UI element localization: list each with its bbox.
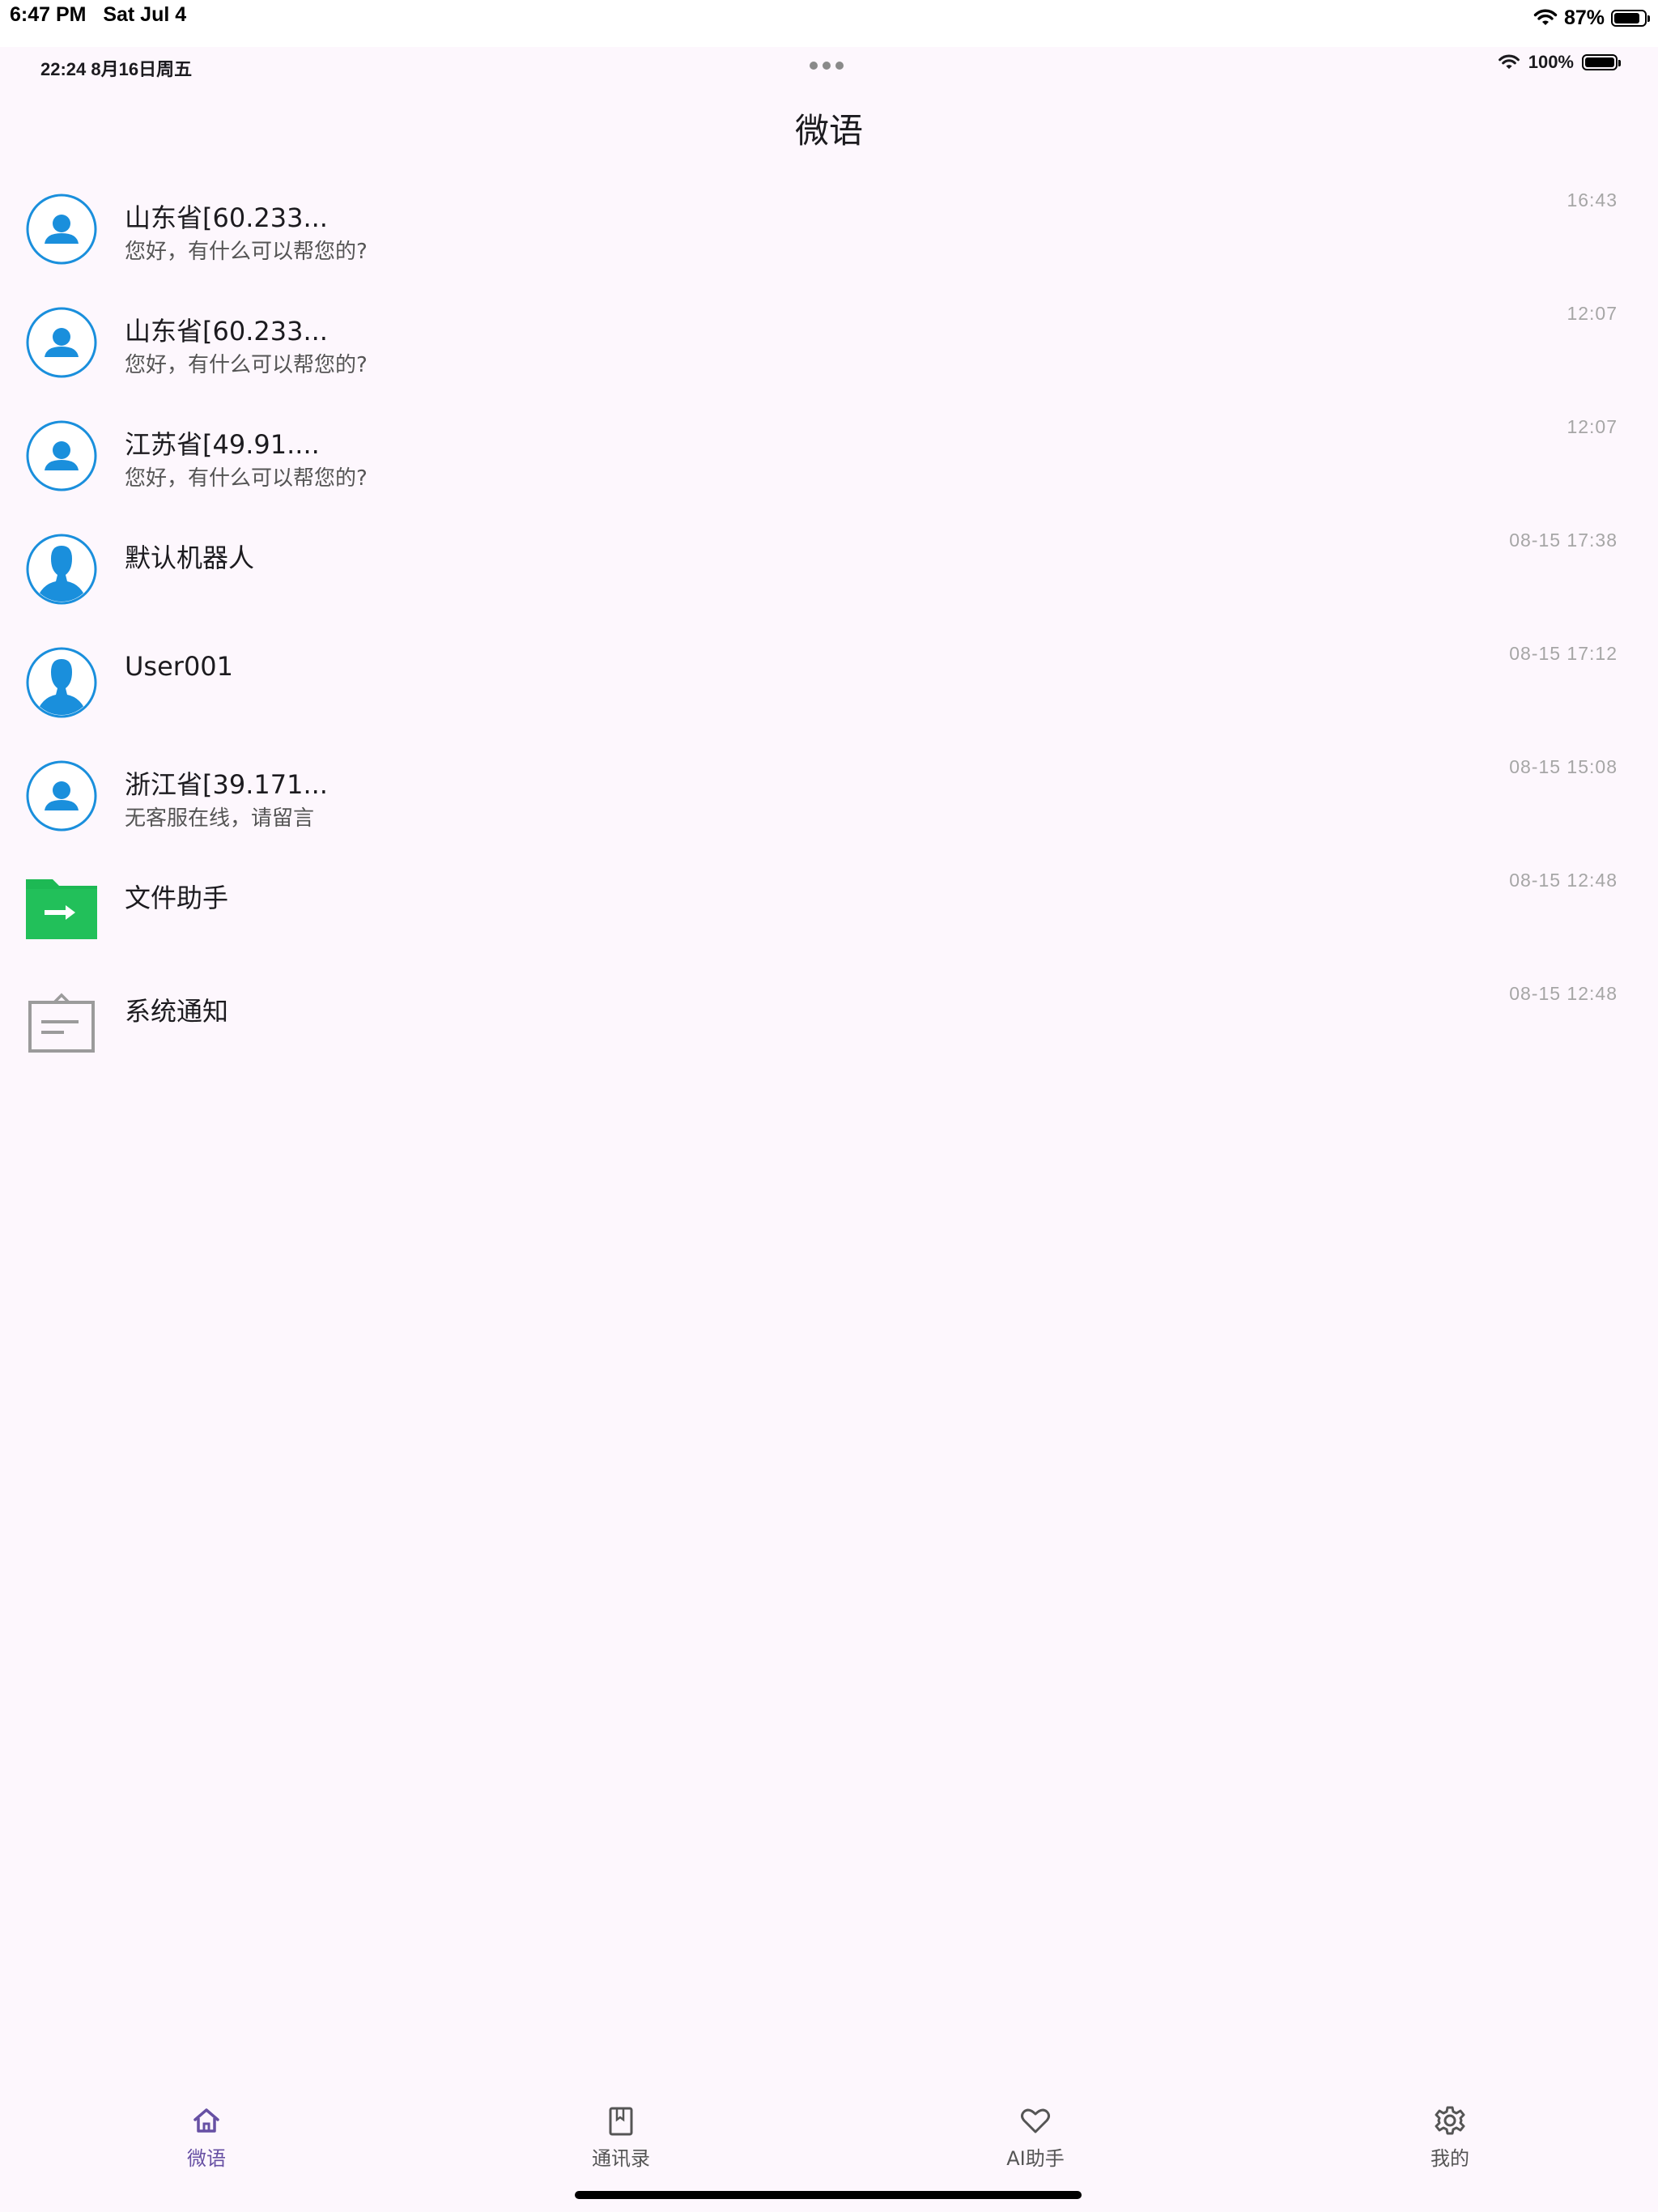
tab-label: 微语 (187, 2147, 226, 2170)
wifi-icon (1533, 9, 1558, 25)
device-time: 6:47 PM Sat Jul 4 (10, 3, 186, 27)
folder-arrow-icon (26, 879, 97, 939)
app-battery-percent: 100% (1528, 52, 1574, 72)
conversation-item[interactable]: 文件助手 08-15 12:48 (0, 855, 1658, 968)
conversation-list: 山东省[60.233... 您好，有什么可以帮您的? 16:43 山东省[60.… (0, 175, 1658, 1082)
conversation-name: 系统通知 (125, 996, 229, 1027)
conversation-name: 文件助手 (125, 883, 229, 913)
conversation-name: 山东省[60.233... (125, 202, 328, 233)
battery-icon (1582, 54, 1621, 70)
tab-label: 通讯录 (592, 2147, 650, 2170)
tab-label: AI助手 (1006, 2147, 1065, 2170)
conversation-time: 12:07 (1567, 303, 1618, 324)
conversation-name: 山东省[60.233... (125, 316, 328, 347)
tab-label: 我的 (1431, 2147, 1469, 2170)
home-icon (193, 2108, 219, 2133)
app-status-right: 100% (1498, 52, 1621, 73)
profile-silhouette-icon (26, 647, 97, 718)
settings-gear-icon (1435, 2106, 1465, 2135)
tab-mine[interactable]: 我的 (1369, 2104, 1531, 2171)
device-status-right: 87% (1533, 2, 1650, 34)
person-icon (26, 307, 97, 378)
conversation-preview: 您好，有什么可以帮您的? (125, 353, 368, 377)
contacts-book-icon (609, 2107, 633, 2136)
conversation-item[interactable]: 山东省[60.233... 您好，有什么可以帮您的? 12:07 (0, 288, 1658, 402)
conversation-name: 浙江省[39.171... (125, 769, 328, 800)
profile-silhouette-icon (26, 534, 97, 605)
conversation-name: User001 (125, 651, 234, 682)
device-status-bar: 6:47 PM Sat Jul 4 87% (0, 0, 1658, 47)
tab-weiyu[interactable]: 微语 (125, 2104, 287, 2171)
device-clock: 6:47 PM (10, 3, 87, 26)
conversation-time: 12:07 (1567, 416, 1618, 437)
person-icon (26, 194, 97, 265)
conversation-time: 08-15 12:48 (1509, 870, 1618, 891)
tab-ai-assistant[interactable]: AI助手 (954, 2104, 1116, 2171)
conversation-time: 08-15 17:38 (1509, 530, 1618, 551)
notification-board-icon (28, 993, 95, 1053)
conversation-preview: 您好，有什么可以帮您的? (125, 466, 368, 491)
conversation-item[interactable]: User001 08-15 17:12 (0, 628, 1658, 742)
tab-contacts[interactable]: 通讯录 (540, 2104, 702, 2171)
page-title: 微语 (794, 111, 863, 151)
app-status-bar: 22:24 8月16日周五 100% (0, 47, 1658, 87)
conversation-item[interactable]: 系统通知 08-15 12:48 (0, 968, 1658, 1082)
conversation-item[interactable]: 浙江省[39.171... 无客服在线，请留言 08-15 15:08 (0, 742, 1658, 855)
app-time-date: 22:24 8月16日周五 (40, 59, 193, 79)
conversation-time: 08-15 12:48 (1509, 983, 1618, 1004)
device-battery-percent: 87% (1563, 6, 1605, 29)
bottom-tab-bar: 微语 通讯录 AI助手 我的 (0, 2089, 1658, 2178)
conversation-time: 16:43 (1567, 189, 1618, 211)
wifi-icon (1498, 54, 1520, 70)
conversation-preview: 您好，有什么可以帮您的? (125, 240, 368, 264)
conversation-time: 08-15 15:08 (1509, 756, 1618, 777)
person-icon (26, 420, 97, 491)
conversation-name: 默认机器人 (125, 542, 255, 573)
conversation-item[interactable]: 江苏省[49.91.... 您好，有什么可以帮您的? 12:07 (0, 402, 1658, 515)
conversation-name: 江苏省[49.91.... (125, 429, 320, 460)
device-date: Sat Jul 4 (103, 3, 187, 26)
home-indicator[interactable] (575, 2191, 1082, 2199)
conversation-item[interactable]: 山东省[60.233... 您好，有什么可以帮您的? 16:43 (0, 175, 1658, 288)
person-icon (26, 760, 97, 832)
multitasking-dots-icon[interactable] (810, 62, 844, 70)
conversation-time: 08-15 17:12 (1509, 643, 1618, 664)
conversation-item[interactable]: 默认机器人 08-15 17:38 (0, 515, 1658, 628)
heart-icon (1021, 2108, 1050, 2133)
conversation-preview: 无客服在线，请留言 (125, 806, 315, 831)
battery-icon (1611, 9, 1650, 27)
